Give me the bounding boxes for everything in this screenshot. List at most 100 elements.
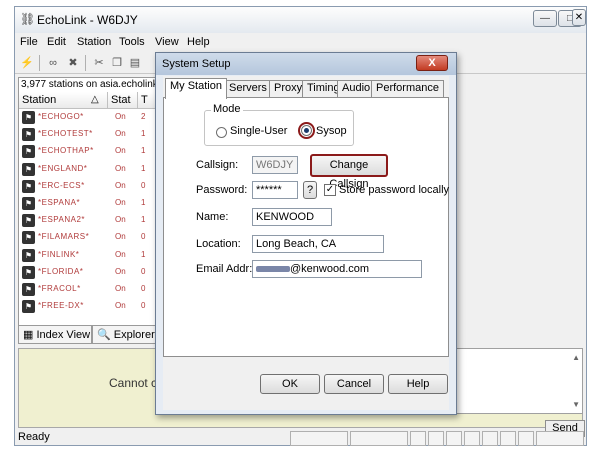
list-item[interactable]: ⚑ *ECHOTHAP* On 1 <box>19 144 177 160</box>
tab-audio[interactable]: Audio <box>337 80 376 98</box>
single-user-radio[interactable] <box>216 127 227 138</box>
station-status: On <box>115 146 126 156</box>
sysop-radio[interactable] <box>301 125 312 136</box>
tab-my-station[interactable]: My Station <box>165 78 227 99</box>
list-item[interactable]: ⚑ *FRACOL* On 0 <box>19 282 177 298</box>
station-status: On <box>115 284 126 293</box>
sort-arrow-icon: △ <box>91 94 99 105</box>
station-extra: 2 <box>141 112 146 121</box>
station-status: On <box>115 129 126 139</box>
station-name: *FINLINK* <box>38 249 80 259</box>
menu-bar: File Edit Station Tools View Help <box>15 33 586 52</box>
station-name: *ESPANA2* <box>38 215 86 225</box>
station-name: *FRACOL* <box>38 284 81 293</box>
column-extra[interactable]: T <box>141 94 148 106</box>
dialog-close-button[interactable]: X <box>416 55 448 71</box>
radio-selected-dot <box>304 128 309 133</box>
dialog-title: System Setup <box>162 58 231 70</box>
station-icon: ⚑ <box>22 231 35 245</box>
station-name: *ECHOGO* <box>38 112 84 121</box>
location-field[interactable]: Long Beach, CA <box>252 235 384 253</box>
sysop-label: Sysop <box>316 125 347 137</box>
link-icon[interactable]: ∞ <box>45 55 61 71</box>
dialog-buttons: OK Cancel Help <box>163 368 449 398</box>
list-item[interactable]: ⚑ *ERC-ECS* On 0 <box>19 179 177 195</box>
connect-icon[interactable]: ⚡ <box>19 55 35 71</box>
menu-view[interactable]: View <box>155 36 179 48</box>
tab-performance[interactable]: Performance <box>371 80 444 98</box>
ok-button[interactable]: OK <box>260 374 320 394</box>
explorer-view-icon: 🔍 <box>97 329 111 341</box>
station-name: *FREE-DX* <box>38 301 84 311</box>
station-name: *ECHOTHAP* <box>38 146 94 156</box>
store-password-checkbox[interactable]: ✓ <box>324 184 336 196</box>
station-icon: ⚑ <box>22 162 35 176</box>
list-item[interactable]: ⚑ *FREE-DX* On 0 <box>19 299 177 315</box>
station-extra: 1 <box>141 249 146 259</box>
connection-message: Cannot c <box>109 376 158 390</box>
menu-file[interactable]: File <box>20 36 38 48</box>
station-extra: 1 <box>141 198 146 207</box>
single-user-label: Single-User <box>230 125 288 137</box>
unlink-icon[interactable]: ✖ <box>65 55 81 71</box>
station-icon: ⚑ <box>22 265 35 279</box>
echolink-app-icon: ⛓ <box>20 12 36 26</box>
menu-edit[interactable]: Edit <box>47 36 66 48</box>
cancel-button[interactable]: Cancel <box>324 374 384 394</box>
email-field[interactable]: @kenwood.com <box>252 260 422 278</box>
help-button[interactable]: Help <box>388 374 448 394</box>
list-item[interactable]: ⚑ *ESPANA2* On 1 <box>19 213 177 229</box>
station-extra: 1 <box>141 129 146 139</box>
scroll-down-icon[interactable]: ▼ <box>572 400 580 409</box>
view-tabs: ▦ Index View 🔍 Explorer Vi <box>18 325 178 345</box>
station-icon: ⚑ <box>22 248 35 262</box>
status-panel <box>446 431 462 446</box>
copy-icon[interactable]: ❐ <box>109 55 125 71</box>
scroll-up-icon[interactable]: ▲ <box>572 353 580 362</box>
password-help-button[interactable]: ? <box>303 181 317 199</box>
tab-index-view-label: Index View <box>36 329 91 341</box>
list-item[interactable]: ⚑ *ECHOTEST* On 1 <box>19 127 177 143</box>
station-list: 3,977 stations on asia.echolink.org Stat… <box>18 77 178 333</box>
password-label: Password: <box>196 184 248 196</box>
toolbar-separator <box>39 55 40 71</box>
station-status: On <box>115 163 126 173</box>
callsign-field: W6DJY <box>252 156 298 174</box>
menu-station[interactable]: Station <box>77 36 111 48</box>
station-extra: 1 <box>141 146 146 156</box>
menu-help[interactable]: Help <box>187 36 210 48</box>
station-icon: ⚑ <box>22 145 35 159</box>
station-status: On <box>115 232 126 242</box>
paste-icon[interactable]: ▤ <box>127 55 143 71</box>
station-extra: 0 <box>141 301 146 311</box>
list-item[interactable]: ⚑ *ESPANA* On 1 <box>19 196 177 212</box>
name-field[interactable]: KENWOOD <box>252 208 332 226</box>
list-item[interactable]: ⚑ *FLORIDA* On 0 <box>19 265 177 281</box>
station-icon: ⚑ <box>22 283 35 296</box>
column-station[interactable]: Station <box>22 94 56 106</box>
station-extra: 0 <box>141 266 146 276</box>
tab-index-view[interactable]: ▦ Index View <box>18 325 92 344</box>
station-status: On <box>115 112 126 121</box>
menu-tools[interactable]: Tools <box>119 36 145 48</box>
station-name: *FILAMARS* <box>38 232 90 242</box>
list-item[interactable]: ⚑ *ECHOGO* On 2 <box>19 110 177 126</box>
station-status: On <box>115 249 126 259</box>
minimize-button[interactable]: — <box>533 10 557 27</box>
change-callsign-button[interactable]: Change Callsign <box>310 154 388 190</box>
name-label: Name: <box>196 211 229 223</box>
cut-icon[interactable]: ✂ <box>91 55 107 71</box>
station-status: On <box>115 180 126 190</box>
list-item[interactable]: ⚑ *ENGLAND* On 1 <box>19 162 177 178</box>
window-title: EchoLink - W6DJY <box>37 13 138 27</box>
password-field[interactable]: ****** <box>252 181 298 199</box>
system-setup-dialog: System Setup X My Station Servers Proxy … <box>155 52 457 415</box>
list-item[interactable]: ⚑ *FINLINK* On 1 <box>19 248 177 264</box>
tab-servers[interactable]: Servers <box>224 80 272 98</box>
station-name: *ERC-ECS* <box>38 180 85 190</box>
callsign-label: Callsign: <box>196 159 239 171</box>
column-stat[interactable]: Stat <box>111 94 131 106</box>
list-item[interactable]: ⚑ *FILAMARS* On 0 <box>19 230 177 246</box>
main-close-button[interactable]: ✕ <box>572 9 586 26</box>
status-bar: Ready <box>15 431 586 446</box>
